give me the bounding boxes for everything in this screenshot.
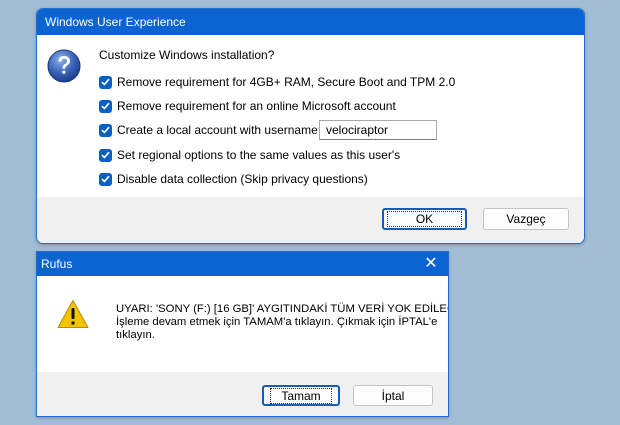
customize-prompt: Customize Windows installation? xyxy=(99,48,275,62)
option-disable-data-collection[interactable]: Disable data collection (Skip privacy qu… xyxy=(99,171,368,187)
option-create-local-account[interactable]: Create a local account with username: xyxy=(99,122,321,138)
rufus-warning-dialog: Rufus ✕ UYARI: 'SONY (F:) [16 GB]' AYGIT… xyxy=(36,251,449,417)
username-input[interactable] xyxy=(319,120,437,140)
checkmark-icon xyxy=(101,126,110,134)
option-regional-settings[interactable]: Set regional options to the same values … xyxy=(99,147,400,163)
checkbox-checked[interactable] xyxy=(99,172,112,186)
windows-user-experience-dialog: Windows User Experience Customize Window… xyxy=(36,8,585,244)
cancel-button[interactable]: Vazgeç xyxy=(483,208,569,230)
warning-line-1: UYARI: 'SONY (F:) [16 GB]' AYGITINDAKİ T… xyxy=(116,303,449,315)
dialog-title: Rufus xyxy=(41,257,73,271)
close-icon[interactable]: ✕ xyxy=(422,255,440,273)
ok-button[interactable]: OK xyxy=(382,208,467,230)
ok-button-label: OK xyxy=(386,211,463,227)
option-remove-online-account[interactable]: Remove requirement for an online Microso… xyxy=(99,98,396,114)
option-label: Remove requirement for an online Microso… xyxy=(117,99,396,113)
checkmark-icon xyxy=(101,151,110,159)
dialog-title: Windows User Experience xyxy=(45,15,186,29)
checkbox-checked[interactable] xyxy=(99,123,112,137)
option-remove-hw-requirements[interactable]: Remove requirement for 4GB+ RAM, Secure … xyxy=(99,74,455,90)
dialog-footer: OK Vazgeç xyxy=(37,197,584,243)
dialog-titlebar[interactable]: Windows User Experience xyxy=(37,9,584,35)
tamam-button-label: Tamam xyxy=(270,387,332,404)
checkmark-icon xyxy=(101,175,110,183)
dialog-titlebar[interactable]: Rufus ✕ xyxy=(37,252,448,276)
option-label: Set regional options to the same values … xyxy=(117,148,401,162)
warning-message: UYARI: 'SONY (F:) [16 GB]' AYGITINDAKİ T… xyxy=(116,303,449,342)
tamam-button[interactable]: Tamam xyxy=(262,385,340,406)
checkbox-checked[interactable] xyxy=(99,99,112,113)
checkbox-checked[interactable] xyxy=(99,75,112,89)
checkbox-checked[interactable] xyxy=(99,148,112,162)
warning-line-2: İşleme devam etmek için TAMAM'a tıklayın… xyxy=(116,316,438,328)
warning-icon xyxy=(57,300,89,328)
warning-line-3: tıklayın. xyxy=(116,329,155,341)
option-label: Disable data collection (Skip privacy qu… xyxy=(117,172,368,186)
question-icon xyxy=(47,49,81,83)
option-label: Create a local account with username: xyxy=(117,123,322,137)
checkmark-icon xyxy=(101,78,110,86)
cancel-button-label: Vazgeç xyxy=(506,212,546,226)
option-label: Remove requirement for 4GB+ RAM, Secure … xyxy=(117,75,456,89)
dialog-footer: Tamam İptal xyxy=(37,372,448,416)
iptal-button[interactable]: İptal xyxy=(353,385,433,406)
checkmark-icon xyxy=(101,102,110,110)
iptal-button-label: İptal xyxy=(381,388,405,403)
